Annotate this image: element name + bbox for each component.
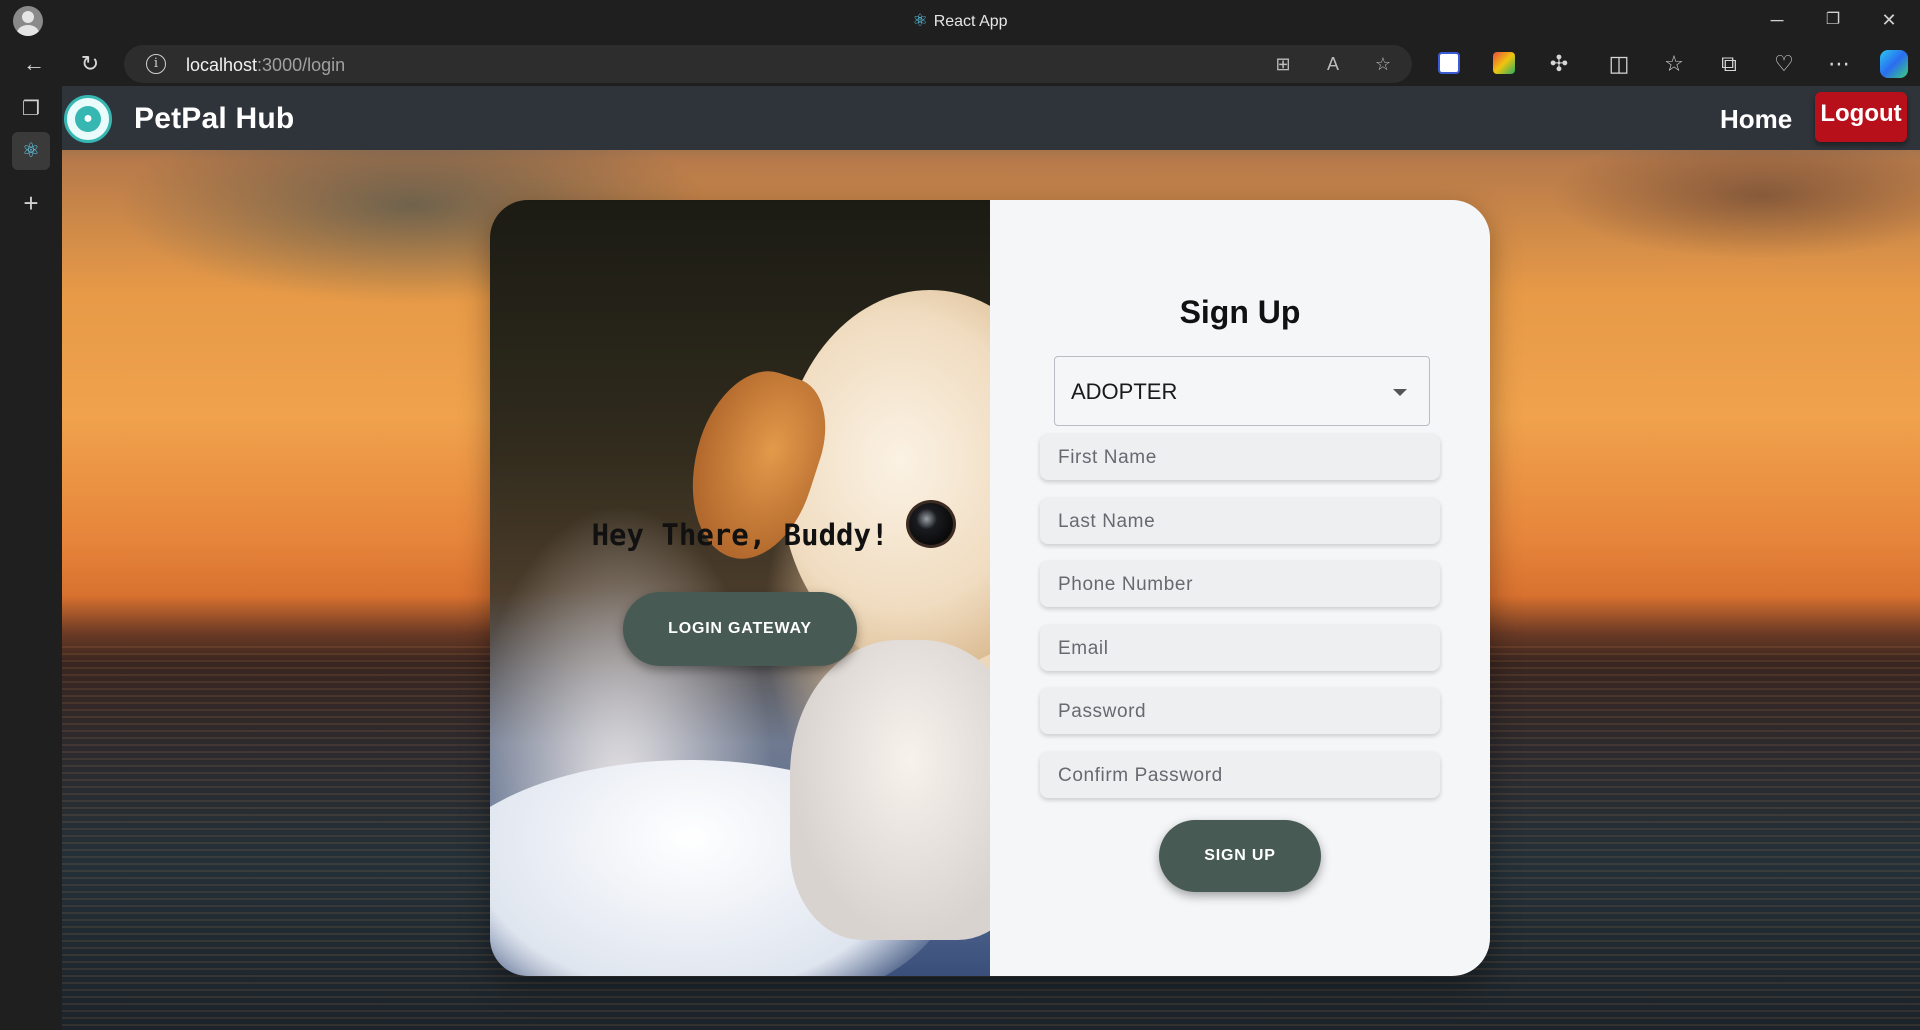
favorites-icon[interactable]: ☆ (1658, 48, 1690, 80)
password-field[interactable]: Password (1040, 688, 1440, 734)
signup-form: Sign Up ADOPTER First Name Last Name Pho… (990, 200, 1490, 976)
tab-react-app[interactable]: ⚛ (12, 132, 50, 170)
extensions-puzzle-icon[interactable]: ✣ (1543, 48, 1575, 80)
signup-title: Sign Up (1179, 294, 1301, 330)
greeting-heading: Hey There, Buddy! (591, 518, 889, 552)
new-tab-icon[interactable]: + (12, 184, 50, 222)
last-name-placeholder: Last Name (1058, 511, 1156, 532)
favorite-star-icon[interactable]: ☆ (1370, 52, 1396, 76)
browser-toolbar: ← ↻ i localhost:3000/login ⊞ A ☆ ✣ ◫ ☆ ⧉… (0, 40, 1920, 86)
copilot-icon[interactable] (1880, 50, 1908, 78)
window-title-bar: ⚛ React App ─ ❐ ✕ (0, 0, 1920, 40)
role-select-value: ADOPTER (1071, 379, 1178, 404)
url-host: localhost (186, 55, 258, 75)
address-bar[interactable]: i localhost:3000/login ⊞ A ☆ (124, 45, 1412, 83)
phone-number-field[interactable]: Phone Number (1040, 561, 1440, 607)
puppy-body (790, 640, 990, 940)
restore-button[interactable]: ❐ (1813, 6, 1853, 34)
more-options-icon[interactable]: ⋯ (1823, 48, 1855, 80)
chevron-down-icon (1393, 389, 1407, 396)
nav-home-link[interactable]: Home (1720, 104, 1792, 135)
petpal-logo-icon[interactable]: ● (64, 95, 112, 143)
welcome-panel: Hey There, Buddy! LOGIN GATEWAY (490, 200, 990, 976)
paw-icon: ● (83, 110, 93, 127)
auth-card: Hey There, Buddy! LOGIN GATEWAY Sign Up … (490, 200, 1490, 976)
last-name-field[interactable]: Last Name (1040, 498, 1440, 544)
refresh-icon[interactable]: ↻ (74, 48, 106, 80)
collections-icon[interactable]: ⧉ (1713, 48, 1745, 80)
app-available-icon[interactable]: ⊞ (1270, 52, 1296, 76)
site-info-icon[interactable]: i (146, 54, 166, 74)
brand-name[interactable]: PetPal Hub (134, 102, 294, 136)
url-text[interactable]: localhost:3000/login (186, 55, 345, 76)
split-screen-icon[interactable]: ◫ (1603, 48, 1635, 80)
minimize-button[interactable]: ─ (1757, 6, 1797, 34)
email-placeholder: Email (1058, 638, 1109, 659)
tab-actions-icon[interactable]: ❐ (12, 90, 50, 128)
extension-icon-1[interactable] (1438, 52, 1460, 74)
confirm-password-placeholder: Confirm Password (1058, 765, 1223, 786)
extension-icon-2[interactable] (1493, 52, 1515, 74)
browser-sidebar: ❐ ⚛ + (0, 86, 62, 1030)
logout-button[interactable]: Logout (1815, 92, 1907, 142)
first-name-placeholder: First Name (1058, 447, 1157, 468)
password-placeholder: Password (1058, 701, 1147, 722)
confirm-password-field[interactable]: Confirm Password (1040, 752, 1440, 798)
close-window-button[interactable]: ✕ (1869, 6, 1909, 34)
window-title-text: React App (933, 13, 1008, 30)
page-viewport: ● PetPal Hub Home Logout Hey There, Budd… (62, 86, 1920, 1030)
app-navbar: ● PetPal Hub Home Logout (62, 86, 1920, 150)
react-icon: ⚛ (912, 11, 928, 30)
back-arrow-icon[interactable]: ← (18, 48, 50, 80)
sign-up-button[interactable]: SIGN UP (1159, 820, 1321, 892)
phone-number-placeholder: Phone Number (1058, 574, 1193, 595)
login-gateway-button[interactable]: LOGIN GATEWAY (623, 592, 857, 666)
window-title: ⚛ React App (0, 11, 1920, 31)
first-name-field[interactable]: First Name (1040, 434, 1440, 480)
read-aloud-icon[interactable]: A (1320, 52, 1346, 76)
role-select[interactable]: ADOPTER (1054, 356, 1430, 426)
email-field[interactable]: Email (1040, 625, 1440, 671)
url-path: :3000/login (257, 55, 346, 75)
browser-essentials-icon[interactable]: ♡ (1768, 48, 1800, 80)
